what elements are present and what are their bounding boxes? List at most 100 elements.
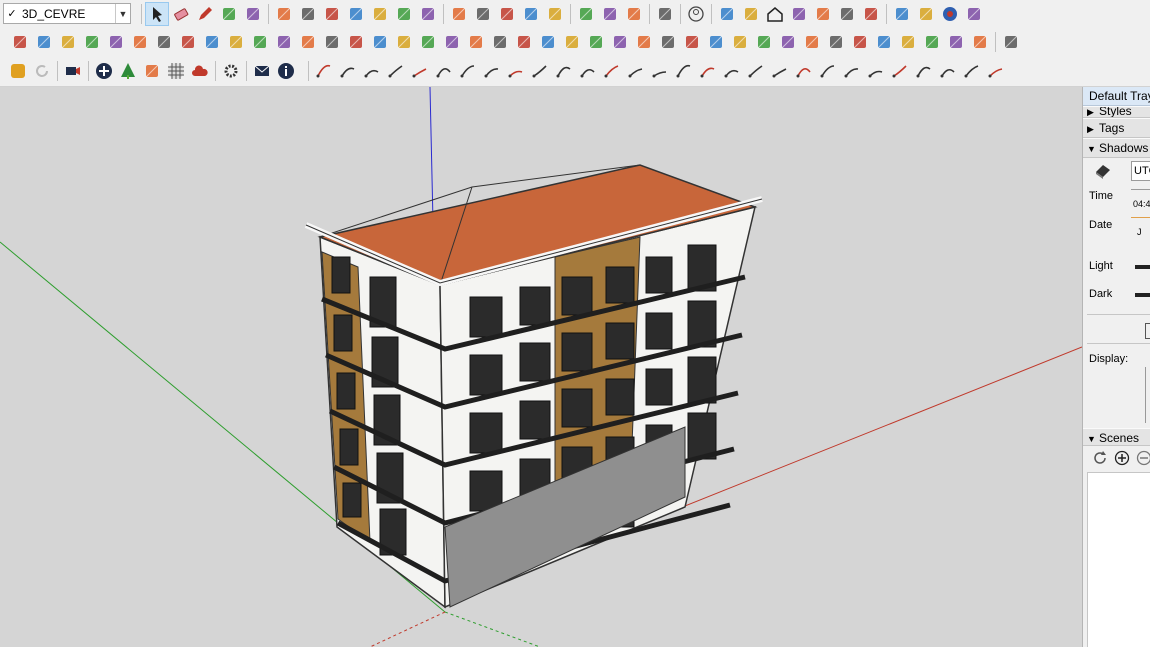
rotate-icon[interactable]	[344, 2, 368, 26]
styles-panel-header[interactable]: ▶ Styles	[1083, 106, 1150, 118]
refresh-icon[interactable]	[30, 59, 54, 83]
scale-icon[interactable]	[368, 2, 392, 26]
circle-icon[interactable]	[872, 30, 896, 54]
cross-icon[interactable]	[848, 30, 872, 54]
plugin-icon[interactable]	[8, 30, 32, 54]
extension-tool-icon[interactable]	[408, 59, 432, 83]
copy-icon[interactable]	[680, 30, 704, 54]
extension-tool-icon[interactable]	[960, 59, 984, 83]
camera-icon[interactable]	[61, 59, 85, 83]
curve-icon[interactable]	[512, 30, 536, 54]
select-icon[interactable]	[145, 1, 169, 26]
use-sun-checkbox[interactable]	[1145, 323, 1150, 339]
right-view-icon[interactable]	[787, 2, 811, 26]
flag-icon[interactable]	[224, 30, 248, 54]
move-icon[interactable]	[320, 2, 344, 26]
mail-icon[interactable]	[250, 59, 274, 83]
follow-me-icon[interactable]	[296, 2, 320, 26]
extension-tool-icon[interactable]	[744, 59, 768, 83]
dots-icon[interactable]	[728, 30, 752, 54]
triangle-icon[interactable]	[440, 30, 464, 54]
sandbox-icon[interactable]	[653, 2, 677, 26]
curve-icon[interactable]	[488, 30, 512, 54]
shadows-panel-header[interactable]: ▼ Shadows	[1083, 138, 1150, 158]
checker-icon[interactable]	[164, 59, 188, 83]
tree-icon[interactable]	[116, 59, 140, 83]
eraser-icon[interactable]	[169, 2, 193, 26]
collapse-icon[interactable]: ▼	[1087, 430, 1099, 448]
warehouse-icon[interactable]	[962, 2, 986, 26]
extension-tool-icon[interactable]	[432, 59, 456, 83]
info-icon[interactable]	[274, 59, 298, 83]
cloud-icon[interactable]	[188, 59, 212, 83]
window-icon[interactable]	[920, 30, 944, 54]
extension-tool-icon[interactable]	[672, 59, 696, 83]
triangle-icon[interactable]	[416, 30, 440, 54]
warning-icon[interactable]	[464, 30, 488, 54]
dark-slider[interactable]	[1135, 293, 1150, 297]
copy-icon[interactable]	[656, 30, 680, 54]
scenes-panel-header[interactable]: ▼ Scenes	[1083, 428, 1150, 446]
frame-icon[interactable]	[752, 30, 776, 54]
tape-measure-icon[interactable]	[392, 2, 416, 26]
time-field[interactable]: 04:4	[1131, 189, 1150, 209]
cross-icon[interactable]	[344, 30, 368, 54]
extension-tool-icon[interactable]	[816, 59, 840, 83]
model-canvas[interactable]	[0, 87, 1082, 647]
plugin-icon[interactable]	[56, 30, 80, 54]
extension-tool-icon[interactable]	[768, 59, 792, 83]
building-model[interactable]	[304, 164, 763, 609]
extension-tool-icon[interactable]	[888, 59, 912, 83]
grid-icon[interactable]	[800, 30, 824, 54]
stack-icon[interactable]	[859, 2, 883, 26]
add-icon[interactable]	[92, 59, 116, 83]
model-viewport[interactable]	[0, 87, 1082, 647]
tube-icon[interactable]	[248, 30, 272, 54]
extension-tool-icon[interactable]	[504, 59, 528, 83]
compass-icon[interactable]	[560, 30, 584, 54]
push-pull-icon[interactable]	[272, 2, 296, 26]
logo-icon[interactable]	[6, 59, 30, 83]
window-icon[interactable]	[968, 30, 992, 54]
arc-icon[interactable]	[217, 2, 241, 26]
extension-tool-icon[interactable]	[528, 59, 552, 83]
extension-tool-icon[interactable]	[360, 59, 384, 83]
back-view-icon[interactable]	[811, 2, 835, 26]
extension-tool-icon[interactable]	[576, 59, 600, 83]
extension-tool-icon[interactable]	[480, 59, 504, 83]
account-icon[interactable]	[684, 2, 708, 26]
extension-tool-icon[interactable]	[912, 59, 936, 83]
gear-icon[interactable]	[219, 59, 243, 83]
shape-icon[interactable]	[241, 2, 265, 26]
extension-tool-icon[interactable]	[840, 59, 864, 83]
tags-panel-header[interactable]: ▶ Tags	[1083, 118, 1150, 138]
spiral-icon[interactable]	[152, 30, 176, 54]
plugin-icon[interactable]	[32, 30, 56, 54]
left-view-icon[interactable]	[835, 2, 859, 26]
extension-tool-icon[interactable]	[984, 59, 1008, 83]
stack-icon[interactable]	[890, 2, 914, 26]
extension-tool-icon[interactable]	[456, 59, 480, 83]
section-icon[interactable]	[574, 2, 598, 26]
front-view-icon[interactable]	[739, 2, 763, 26]
chevron-down-icon[interactable]: ▼	[115, 4, 130, 23]
expand-icon[interactable]: ▶	[1087, 108, 1099, 117]
extension-tool-icon[interactable]	[336, 59, 360, 83]
barrel-icon[interactable]	[584, 30, 608, 54]
extension-tool-icon[interactable]	[936, 59, 960, 83]
cross-icon[interactable]	[368, 30, 392, 54]
expand-icon[interactable]: ▶	[1087, 120, 1099, 138]
plugin-icon[interactable]	[104, 30, 128, 54]
cross-icon[interactable]	[392, 30, 416, 54]
orbit-icon[interactable]	[471, 2, 495, 26]
text-icon[interactable]	[416, 2, 440, 26]
zoom-icon[interactable]	[519, 2, 543, 26]
zoom-extents-icon[interactable]	[543, 2, 567, 26]
extension-tool-icon[interactable]	[864, 59, 888, 83]
extension-tool-icon[interactable]	[792, 59, 816, 83]
home-icon[interactable]	[763, 2, 787, 26]
shadow-toggle-icon[interactable]	[1093, 162, 1113, 180]
grid-icon[interactable]	[200, 30, 224, 54]
grid-icon[interactable]	[776, 30, 800, 54]
layers-icon[interactable]	[140, 59, 164, 83]
